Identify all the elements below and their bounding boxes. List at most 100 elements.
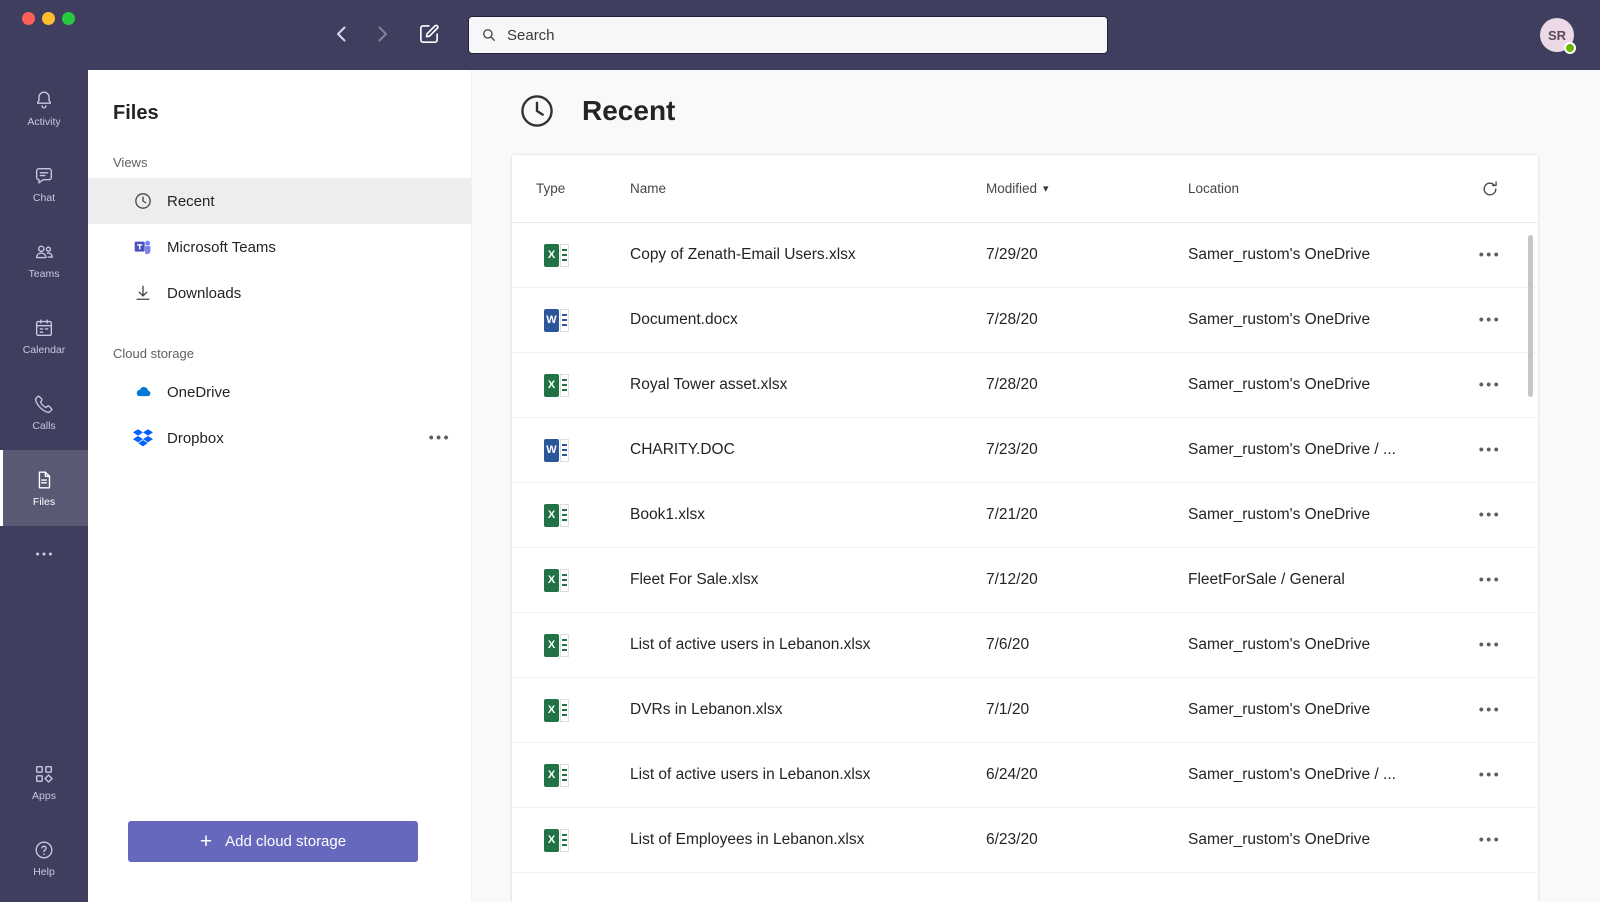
rail-item-label: Files <box>32 495 56 508</box>
zoom-window-button[interactable] <box>62 12 75 25</box>
rail-item-calendar[interactable]: Calendar <box>0 298 88 374</box>
close-window-button[interactable] <box>22 12 35 25</box>
rail-item-help[interactable]: Help <box>0 820 88 896</box>
row-more-button[interactable] <box>1479 311 1501 329</box>
row-more-button[interactable] <box>1479 636 1501 654</box>
rail-item-more[interactable] <box>0 526 88 582</box>
file-type-icon <box>544 503 570 527</box>
apps-icon <box>35 765 53 783</box>
column-header-label: Modified <box>986 181 1038 196</box>
file-type-icon <box>544 828 570 852</box>
table-row[interactable]: Copy of Zenath-Email Users.xlsx 7/29/20 … <box>512 223 1538 288</box>
file-modified: 7/21/20 <box>986 506 1038 523</box>
file-location: Samer_rustom's OneDrive <box>1188 831 1371 848</box>
rail-item-calls[interactable]: Calls <box>0 374 88 450</box>
file-location: Samer_rustom's OneDrive <box>1188 376 1371 393</box>
file-type-icon <box>544 568 570 592</box>
sidebar-item-label: OneDrive <box>167 383 231 401</box>
row-more-button[interactable] <box>1479 376 1501 394</box>
files-table: Type Name Modified Location Copy of Zena… <box>512 155 1538 902</box>
file-location: FleetForSale / General <box>1188 571 1345 588</box>
file-modified: 7/6/20 <box>986 636 1030 653</box>
rail-item-label: Teams <box>28 267 60 280</box>
chevron-right-icon <box>378 26 387 42</box>
table-row[interactable]: Royal Tower asset.xlsx 7/28/20 Samer_rus… <box>512 353 1538 418</box>
file-name[interactable]: Book1.xlsx <box>630 506 986 524</box>
rail-item-apps[interactable]: Apps <box>0 744 88 820</box>
row-more-button[interactable] <box>1479 701 1501 719</box>
avatar[interactable]: SR <box>1540 18 1576 54</box>
sidebar-item-recent[interactable]: Recent <box>88 178 471 224</box>
file-name[interactable]: Copy of Zenath-Email Users.xlsx <box>630 246 986 264</box>
clock-icon <box>521 95 553 127</box>
file-name[interactable]: List of active users in Lebanon.xlsx <box>630 636 986 654</box>
sidebar-item-dropbox[interactable]: Dropbox <box>88 415 471 461</box>
forward-button[interactable] <box>370 22 394 46</box>
file-modified: 7/28/20 <box>986 376 1038 393</box>
table-header-row: Type Name Modified Location <box>512 155 1538 223</box>
sidebar-title: Files <box>113 102 159 124</box>
column-header-name[interactable]: Name <box>630 181 986 196</box>
rail-item-activity[interactable]: Activity <box>0 70 88 146</box>
refresh-icon <box>1483 180 1497 195</box>
add-cloud-storage-button[interactable]: Add cloud storage <box>128 821 418 862</box>
compose-icon <box>420 24 439 43</box>
search-bar[interactable] <box>468 16 1108 54</box>
file-type-icon <box>544 438 570 462</box>
files-sidebar: Files Views Recent Microsoft Teams Downl… <box>88 70 472 902</box>
rail-item-teams[interactable]: Teams <box>0 222 88 298</box>
rail-item-label: Apps <box>32 789 56 802</box>
column-header-location[interactable]: Location <box>1188 181 1466 196</box>
column-header-modified[interactable]: Modified <box>986 181 1188 196</box>
row-more-button[interactable] <box>1479 246 1501 264</box>
sidebar-item-microsoft-teams[interactable]: Microsoft Teams <box>88 224 471 270</box>
people-icon <box>35 245 53 258</box>
table-row[interactable]: Document.docx 7/28/20 Samer_rustom's One… <box>512 288 1538 353</box>
table-row[interactable]: CHARITY.DOC 7/23/20 Samer_rustom's OneDr… <box>512 418 1538 483</box>
window-controls <box>22 12 75 25</box>
document-icon <box>38 471 51 488</box>
file-type-icon <box>544 698 570 722</box>
row-more-button[interactable] <box>1479 831 1501 849</box>
file-modified: 6/24/20 <box>986 766 1038 783</box>
table-row[interactable]: List of Employees in Lebanon.xlsx 6/23/2… <box>512 808 1538 873</box>
row-more-button[interactable] <box>1479 766 1501 784</box>
sidebar-item-downloads[interactable]: Downloads <box>88 270 471 316</box>
calendar-icon <box>35 319 53 336</box>
rail-item-chat[interactable]: Chat <box>0 146 88 222</box>
title-bar: SR <box>0 0 1600 70</box>
minimize-window-button[interactable] <box>42 12 55 25</box>
file-name[interactable]: Fleet For Sale.xlsx <box>630 571 986 589</box>
dropbox-more-button[interactable] <box>429 429 451 446</box>
chevron-left-icon <box>337 26 346 42</box>
table-row[interactable]: Book1.xlsx 7/21/20 Samer_rustom's OneDri… <box>512 483 1538 548</box>
file-name[interactable]: List of Employees in Lebanon.xlsx <box>630 831 986 849</box>
row-more-button[interactable] <box>1479 506 1501 524</box>
refresh-button[interactable] <box>1480 179 1500 199</box>
download-icon <box>136 285 150 300</box>
table-row[interactable]: DVRs in Lebanon.xlsx 7/1/20 Samer_rustom… <box>512 678 1538 743</box>
clock-icon <box>135 193 151 209</box>
rail-item-files[interactable]: Files <box>0 450 88 526</box>
file-name[interactable]: Document.docx <box>630 311 986 329</box>
file-name[interactable]: DVRs in Lebanon.xlsx <box>630 701 986 719</box>
column-header-type[interactable]: Type <box>536 181 630 196</box>
row-more-button[interactable] <box>1479 571 1501 589</box>
sidebar-item-onedrive[interactable]: OneDrive <box>88 369 471 415</box>
table-row[interactable]: Fleet For Sale.xlsx 7/12/20 FleetForSale… <box>512 548 1538 613</box>
table-row[interactable]: List of active users in Lebanon.xlsx 6/2… <box>512 743 1538 808</box>
sort-descending-icon <box>1037 181 1049 196</box>
table-scrollbar[interactable] <box>1528 235 1533 397</box>
file-name[interactable]: Royal Tower asset.xlsx <box>630 376 986 394</box>
search-input[interactable] <box>507 26 1107 44</box>
new-chat-button[interactable] <box>416 21 442 47</box>
back-button[interactable] <box>330 22 354 46</box>
row-more-button[interactable] <box>1479 441 1501 459</box>
page-header: Recent <box>518 92 675 130</box>
file-name[interactable]: CHARITY.DOC <box>630 441 986 459</box>
file-type-icon <box>544 633 570 657</box>
presence-available-icon <box>1564 42 1576 54</box>
table-row[interactable]: List of active users in Lebanon.xlsx 7/6… <box>512 613 1538 678</box>
file-name[interactable]: List of active users in Lebanon.xlsx <box>630 766 986 784</box>
bell-icon <box>36 91 52 108</box>
